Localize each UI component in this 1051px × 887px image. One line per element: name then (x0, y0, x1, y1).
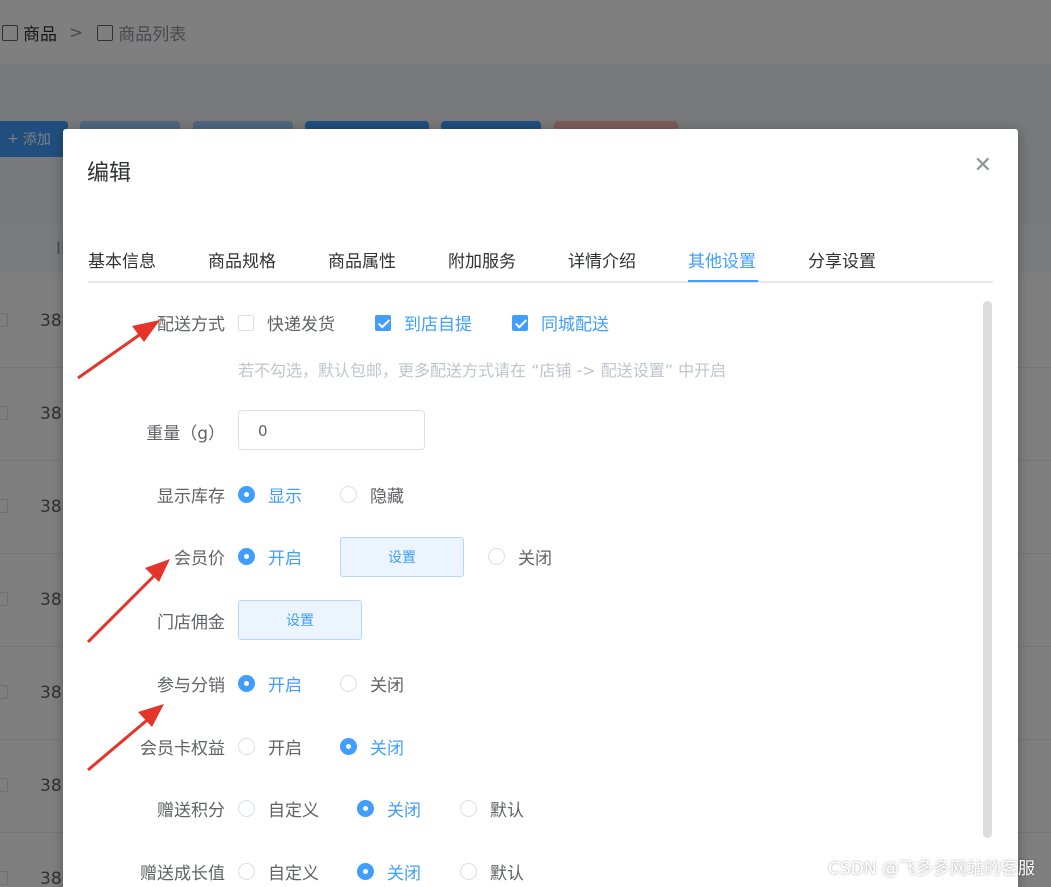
checkbox-box (238, 314, 254, 331)
watermark: CSDN @飞多多网站的客服 (828, 859, 1035, 879)
gift-points-radio-off[interactable]: 关闭 (357, 796, 421, 821)
radio-dot (238, 548, 255, 565)
checkbox-box (375, 314, 391, 331)
delivery-pickup-checkbox[interactable]: 到店自提 (375, 310, 472, 335)
radio-dot (238, 675, 255, 692)
radio-label: 隐藏 (370, 487, 404, 507)
radio-dot (238, 738, 255, 755)
radio-dot (460, 800, 477, 817)
checkbox-box (512, 314, 528, 331)
member-card-radio-off[interactable]: 关闭 (340, 734, 404, 759)
radio-label: 自定义 (268, 801, 319, 821)
member-price-label: 会员价 (174, 549, 225, 569)
radio-dot (238, 800, 255, 817)
radio-label: 关闭 (387, 801, 421, 821)
tab-extra-services[interactable]: 附加服务 (448, 247, 516, 272)
checkbox-label: 同城配送 (541, 315, 609, 335)
radio-dot (340, 486, 357, 503)
tab-details[interactable]: 详情介绍 (568, 247, 636, 272)
radio-dot (357, 800, 374, 817)
member-price-radio-on[interactable]: 开启 (238, 544, 302, 569)
radio-label: 关闭 (370, 676, 404, 696)
tab-other-settings[interactable]: 其他设置 (688, 247, 756, 272)
gift-points-radio-custom[interactable]: 自定义 (238, 796, 319, 821)
active-tab-indicator (688, 280, 758, 282)
show-stock-radio-show[interactable]: 显示 (238, 482, 302, 507)
tab-bar: 基本信息 商品规格 商品属性 附加服务 详情介绍 其他设置 分享设置 (88, 241, 993, 283)
distribution-radio-on[interactable]: 开启 (238, 671, 302, 696)
radio-dot (488, 548, 505, 565)
dialog-title: 编辑 (87, 161, 132, 186)
radio-label: 默认 (490, 864, 524, 884)
store-commission-label: 门店佣金 (157, 613, 225, 633)
member-card-label: 会员卡权益 (140, 739, 225, 759)
radio-label: 自定义 (268, 864, 319, 884)
tab-basic-info[interactable]: 基本信息 (88, 247, 156, 272)
radio-dot (340, 738, 357, 755)
gift-growth-radio-default[interactable]: 默认 (460, 859, 524, 884)
delivery-local-checkbox[interactable]: 同城配送 (512, 310, 609, 335)
radio-dot (238, 486, 255, 503)
gift-growth-radio-custom[interactable]: 自定义 (238, 859, 319, 884)
radio-dot (238, 863, 255, 880)
tab-attributes[interactable]: 商品属性 (328, 247, 396, 272)
tab-specs[interactable]: 商品规格 (208, 247, 276, 272)
radio-label: 关闭 (370, 739, 404, 759)
radio-label: 关闭 (387, 864, 421, 884)
radio-label: 开启 (268, 676, 302, 696)
radio-label: 关闭 (518, 549, 552, 569)
gift-points-radio-default[interactable]: 默认 (460, 796, 524, 821)
delivery-express-checkbox[interactable]: 快递发货 (238, 310, 335, 335)
member-price-settings-button[interactable]: 设置 (340, 537, 464, 577)
distribution-radio-off[interactable]: 关闭 (340, 671, 404, 696)
radio-label: 开启 (268, 739, 302, 759)
close-icon[interactable]: ✕ (974, 153, 992, 178)
radio-label: 默认 (490, 801, 524, 821)
gift-growth-radio-off[interactable]: 关闭 (357, 859, 421, 884)
scrollbar[interactable] (983, 301, 992, 838)
radio-label: 显示 (268, 487, 302, 507)
edit-dialog: 编辑 ✕ 基本信息 商品规格 商品属性 附加服务 详情介绍 其他设置 分享设置 … (63, 129, 1018, 887)
store-commission-settings-button[interactable]: 设置 (238, 600, 362, 640)
delivery-label: 配送方式 (157, 315, 225, 335)
radio-dot (460, 863, 477, 880)
distribution-label: 参与分销 (157, 676, 225, 696)
member-price-radio-off[interactable]: 关闭 (488, 544, 552, 569)
radio-dot (340, 675, 357, 692)
radio-dot (357, 863, 374, 880)
show-stock-radio-hide[interactable]: 隐藏 (340, 482, 404, 507)
checkbox-label: 快递发货 (267, 315, 335, 335)
weight-input[interactable]: 0 (238, 410, 425, 450)
delivery-hint: 若不勾选，默认包邮，更多配送方式请在 “店铺 -> 配送设置” 中开启 (238, 361, 727, 380)
gift-growth-label: 赠送成长值 (140, 864, 225, 884)
gift-points-label: 赠送积分 (157, 801, 225, 821)
checkbox-label: 到店自提 (404, 315, 472, 335)
member-card-radio-on[interactable]: 开启 (238, 734, 302, 759)
show-stock-label: 显示库存 (157, 487, 225, 507)
radio-label: 开启 (268, 549, 302, 569)
tab-share-settings[interactable]: 分享设置 (808, 247, 876, 272)
weight-label: 重量（g） (146, 424, 225, 444)
